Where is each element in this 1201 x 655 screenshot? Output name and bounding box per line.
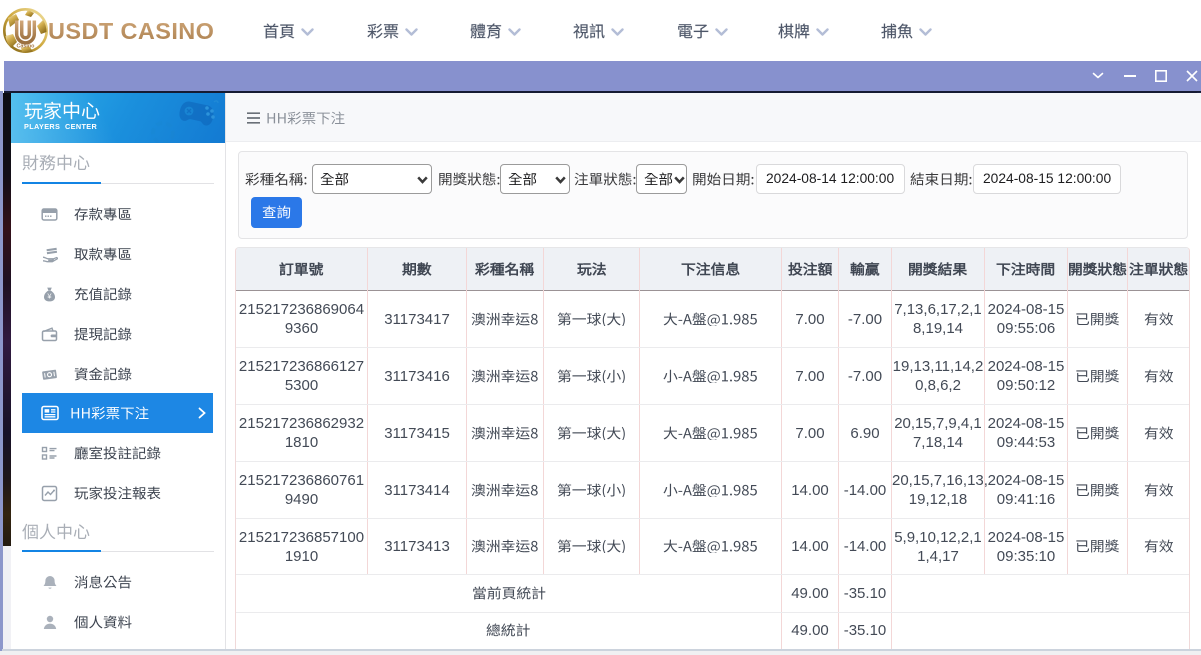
svg-text:Casino: Casino (17, 44, 36, 50)
